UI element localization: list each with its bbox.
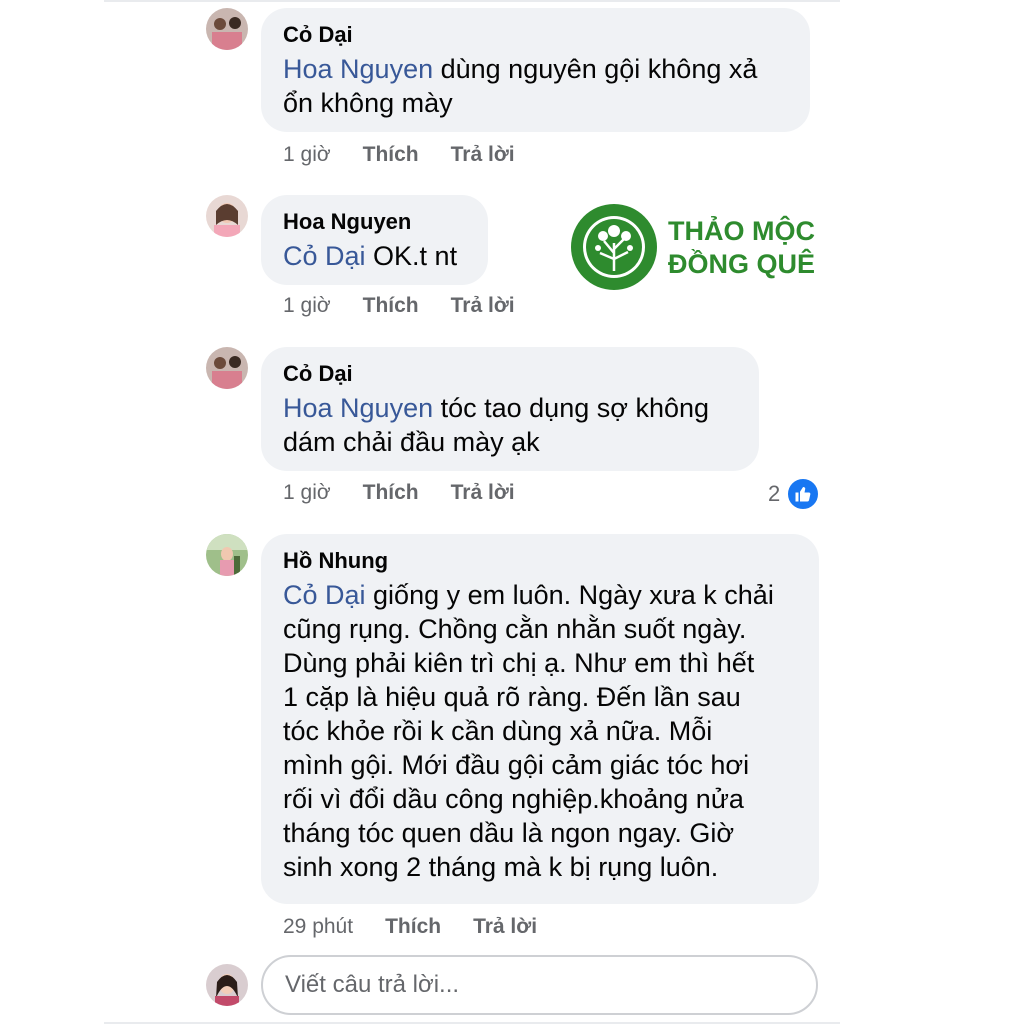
avatar[interactable] xyxy=(206,195,248,237)
like-button[interactable]: Thích xyxy=(363,481,419,505)
mention-link[interactable]: Cỏ Dại xyxy=(283,580,366,610)
comment-text-line: cũng rụng. Chồng cằn nhằn suốt ngày. xyxy=(283,614,747,644)
comment-meta: 1 giờ Thích Trả lời xyxy=(283,143,515,167)
comment-author[interactable]: Cỏ Dại xyxy=(283,361,737,387)
like-icon xyxy=(786,477,821,511)
comment-text-line: mình gội. Mới đầu gội cảm giác tóc hơi xyxy=(283,750,750,780)
like-button[interactable]: Thích xyxy=(363,294,419,318)
comment-author[interactable]: Cỏ Dại xyxy=(283,22,788,48)
avatar[interactable] xyxy=(206,347,248,389)
avatar[interactable] xyxy=(206,534,248,576)
mention-link[interactable]: Hoa Nguyen xyxy=(283,54,433,84)
comment-time[interactable]: 1 giờ xyxy=(283,294,331,318)
reply-button[interactable]: Trả lời xyxy=(473,915,537,939)
brand-name: THẢO MỘC ĐỒNG QUÊ xyxy=(668,216,816,279)
comment-text-line: sinh xong 2 tháng mà k bị rụng luôn. xyxy=(283,852,719,882)
comment-meta: 1 giờ Thích Trả lời xyxy=(283,294,515,318)
comment-text-line: ổn không mày xyxy=(283,88,453,118)
mention-link[interactable]: Cỏ Dại xyxy=(283,241,366,271)
comment-bubble: Cỏ Dại Hoa Nguyen dùng nguyên gội không … xyxy=(261,8,810,132)
avatar[interactable] xyxy=(206,8,248,50)
comment-text-line: 1 cặp là hiệu quả rõ ràng. Đến lần sau xyxy=(283,682,741,712)
reaction-summary[interactable]: 2 xyxy=(768,477,821,511)
mention-link[interactable]: Hoa Nguyen xyxy=(283,393,433,423)
comment-bubble: Hoa Nguyen Cỏ Dại OK.t nt xyxy=(261,195,488,285)
comment-text-line: rối vì đổi dầu công nghiệp.khoảng nửa xyxy=(283,784,744,814)
brand-logo-icon xyxy=(571,204,657,290)
reply-button[interactable]: Trả lời xyxy=(451,143,515,167)
comment-meta: 29 phút Thích Trả lời xyxy=(283,915,537,939)
comment-text: Cỏ Dại OK.t nt xyxy=(283,241,458,271)
brand-watermark: THẢO MỘC ĐỒNG QUÊ xyxy=(570,203,820,293)
comment-text-line: Dùng phải kiên trì chị ạ. Như em thì hết xyxy=(283,648,755,678)
comment-bubble: Cỏ Dại Hoa Nguyen tóc tao dụng sợ không … xyxy=(261,347,759,471)
comment-author[interactable]: Hồ Nhung xyxy=(283,548,797,574)
comment-time[interactable]: 29 phút xyxy=(283,915,353,939)
like-button[interactable]: Thích xyxy=(363,143,419,167)
comment-text: Hoa Nguyen tóc tao dụng sợ không xyxy=(283,393,710,423)
top-divider xyxy=(104,0,840,2)
comment-text-line: tóc khỏe rồi k cần dùng xả nữa. Mỗi xyxy=(283,716,713,746)
reply-input[interactable]: Viết câu trả lời... xyxy=(261,955,818,1015)
comment-meta: 1 giờ Thích Trả lời xyxy=(283,481,515,505)
comment-text: Hoa Nguyen dùng nguyên gội không xả xyxy=(283,54,758,84)
comment-author[interactable]: Hoa Nguyen xyxy=(283,209,466,235)
reply-button[interactable]: Trả lời xyxy=(451,481,515,505)
comment-text: Cỏ Dại giống y em luôn. Ngày xưa k chải xyxy=(283,580,774,610)
reply-button[interactable]: Trả lời xyxy=(451,294,515,318)
comment-text-line: tháng tóc quen dầu là ngon ngay. Giờ xyxy=(283,818,735,848)
comment-bubble: Hồ Nhung Cỏ Dại giống y em luôn. Ngày xư… xyxy=(261,534,819,904)
comment-time[interactable]: 1 giờ xyxy=(283,481,331,505)
reaction-count: 2 xyxy=(768,481,781,506)
like-button[interactable]: Thích xyxy=(385,915,441,939)
comment-time[interactable]: 1 giờ xyxy=(283,143,331,167)
current-user-avatar[interactable] xyxy=(206,964,248,1006)
comment-text-line: dám chải đầu mày ạk xyxy=(283,427,540,457)
